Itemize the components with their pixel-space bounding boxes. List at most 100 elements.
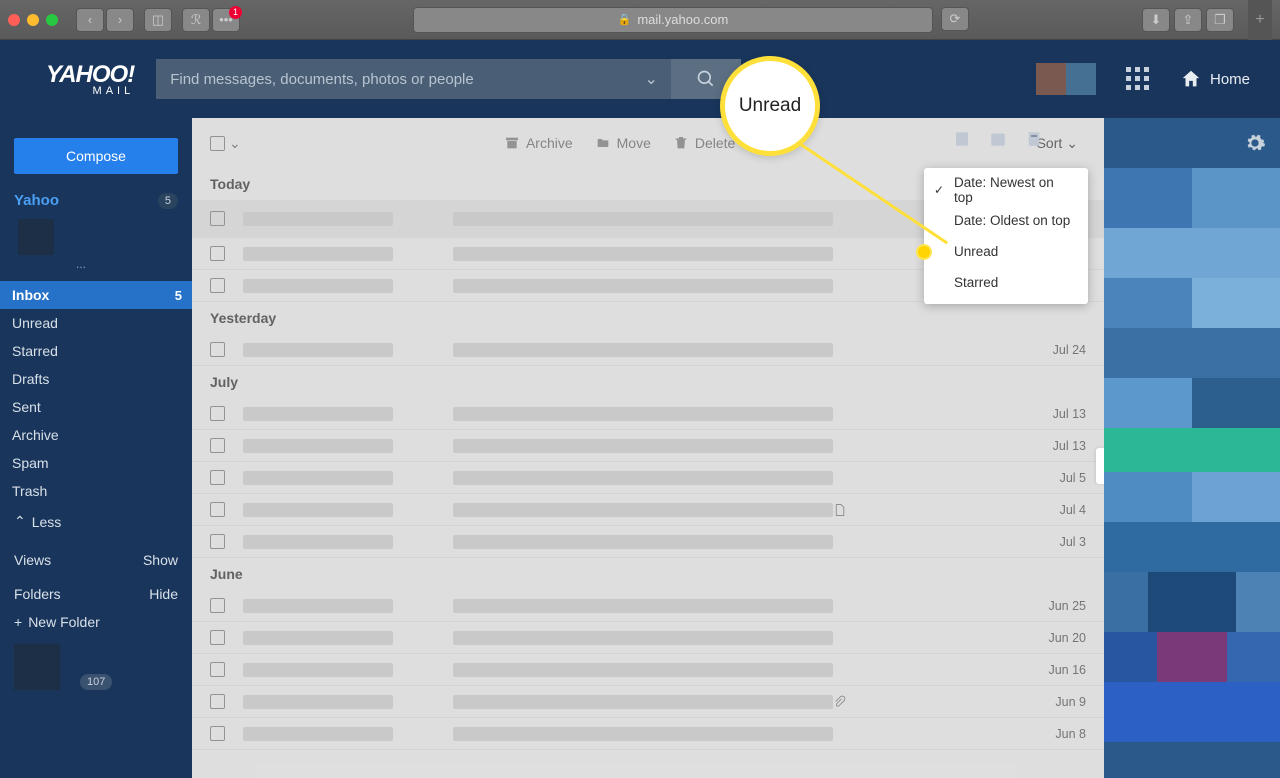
app-header: YAHOO! MAIL ⌄ Home — [0, 40, 1280, 118]
tabs-button[interactable]: ❐ — [1206, 8, 1234, 32]
row-checkbox[interactable] — [210, 502, 225, 517]
folders-hide[interactable]: Hide — [149, 586, 178, 602]
row-checkbox[interactable] — [210, 534, 225, 549]
message-row[interactable]: Jul 13 — [192, 430, 1104, 462]
downloads-button[interactable]: ⬇ — [1142, 8, 1170, 32]
folder-archive[interactable]: Archive — [0, 421, 192, 449]
compose-button[interactable]: Compose — [14, 138, 178, 174]
folder-starred[interactable]: Starred — [0, 337, 192, 365]
group-header: June — [192, 558, 1104, 590]
message-row[interactable]: Jun 8 — [192, 718, 1104, 750]
home-icon — [1180, 68, 1202, 90]
message-row[interactable]: Jun 20 — [192, 622, 1104, 654]
message-date: Jul 3 — [1060, 535, 1086, 549]
folder-trash[interactable]: Trash — [0, 477, 192, 505]
account-count: 5 — [158, 193, 178, 209]
search-input[interactable] — [156, 59, 631, 99]
sidebar-toggle[interactable]: ◫ — [144, 8, 172, 32]
forward-button[interactable]: › — [106, 8, 134, 32]
delete-button[interactable]: Delete — [673, 135, 735, 151]
trash-icon — [673, 135, 689, 151]
minimize-window[interactable] — [27, 14, 39, 26]
folder-inbox[interactable]: Inbox5 — [0, 281, 192, 309]
sidebar-thumb — [14, 644, 60, 690]
contacts-icon[interactable] — [952, 130, 972, 148]
close-window[interactable] — [8, 14, 20, 26]
message-row[interactable]: Jul 4 — [192, 494, 1104, 526]
sort-option[interactable]: Date: Oldest on top — [924, 205, 1088, 236]
sort-option[interactable]: Unread — [924, 236, 1088, 267]
avatar[interactable] — [1036, 63, 1096, 95]
folder-unread[interactable]: Unread — [0, 309, 192, 337]
message-row[interactable]: Jun 16 — [192, 654, 1104, 686]
group-header: July — [192, 366, 1104, 398]
group-header: Yesterday — [192, 302, 1104, 334]
message-date: Jul 5 — [1060, 471, 1086, 485]
sort-option[interactable]: Starred — [924, 267, 1088, 298]
reader-button[interactable]: ℛ — [182, 8, 210, 32]
select-all[interactable]: ⌄ — [210, 135, 241, 152]
row-checkbox[interactable] — [210, 406, 225, 421]
badge: 1 — [229, 6, 242, 19]
row-checkbox[interactable] — [210, 211, 225, 226]
move-button[interactable]: Move — [595, 135, 651, 151]
search-icon — [696, 69, 716, 89]
row-checkbox[interactable] — [210, 278, 225, 293]
message-row[interactable]: Jul 5 — [192, 462, 1104, 494]
message-date: Jun 16 — [1048, 663, 1086, 677]
message-row[interactable]: Jul 13 — [192, 398, 1104, 430]
views-label[interactable]: Views — [14, 552, 51, 568]
extensions-button[interactable]: •••1 — [212, 8, 240, 32]
home-link[interactable]: Home — [1180, 68, 1250, 90]
message-row[interactable]: Jun 9 — [192, 686, 1104, 718]
account-menu[interactable]: ... — [76, 257, 178, 271]
address-bar[interactable]: 🔒 mail.yahoo.com — [413, 7, 933, 33]
row-checkbox[interactable] — [210, 470, 225, 485]
row-checkbox[interactable] — [210, 694, 225, 709]
apps-grid-icon[interactable] — [1126, 67, 1150, 91]
row-checkbox[interactable] — [210, 246, 225, 261]
search-dropdown[interactable]: ⌄ — [631, 59, 671, 99]
folders-label[interactable]: Folders — [14, 586, 61, 602]
views-show[interactable]: Show — [143, 552, 178, 568]
message-row[interactable]: Jun 25 — [192, 590, 1104, 622]
search-button[interactable] — [671, 59, 741, 99]
account-row[interactable]: Yahoo 5 — [14, 192, 178, 209]
url-text: mail.yahoo.com — [637, 12, 728, 27]
row-checkbox[interactable] — [210, 438, 225, 453]
back-button[interactable]: ‹ — [76, 8, 104, 32]
row-checkbox[interactable] — [210, 630, 225, 645]
message-date: Jun 9 — [1055, 695, 1086, 709]
new-tab-button[interactable]: + — [1248, 0, 1272, 40]
account-thumb — [18, 219, 54, 255]
row-checkbox[interactable] — [210, 662, 225, 677]
spam-button[interactable] — [757, 135, 773, 151]
message-row[interactable]: Jul 24 — [192, 334, 1104, 366]
move-icon — [595, 135, 611, 151]
yahoo-logo[interactable]: YAHOO! MAIL — [46, 61, 134, 97]
notepad-icon[interactable] — [1024, 130, 1044, 148]
reload-button[interactable]: ⟳ — [941, 7, 969, 31]
calendar-icon[interactable] — [988, 130, 1008, 148]
message-date: Jul 13 — [1053, 407, 1086, 421]
share-button[interactable]: ⇪ — [1174, 8, 1202, 32]
message-date: Jul 4 — [1060, 503, 1086, 517]
message-row[interactable]: Jul 3 — [192, 526, 1104, 558]
folder-spam[interactable]: Spam — [0, 449, 192, 477]
new-folder-button[interactable]: +New Folder — [14, 614, 178, 630]
settings-button[interactable] — [1244, 132, 1266, 154]
maximize-window[interactable] — [46, 14, 58, 26]
window-controls — [8, 14, 58, 26]
mail-list: ⌄ Archive Move Delete Sort⌄ TodayYesterd… — [192, 118, 1104, 778]
row-checkbox[interactable] — [210, 342, 225, 357]
pager-next[interactable]: › — [1096, 448, 1104, 484]
row-checkbox[interactable] — [210, 598, 225, 613]
message-date: Jun 20 — [1048, 631, 1086, 645]
archive-button[interactable]: Archive — [504, 135, 573, 151]
folder-sent[interactable]: Sent — [0, 393, 192, 421]
sort-option[interactable]: ✓Date: Newest on top — [924, 174, 1088, 205]
folder-drafts[interactable]: Drafts — [0, 365, 192, 393]
message-date: Jul 24 — [1053, 343, 1086, 357]
less-toggle[interactable]: ⌃Less — [14, 513, 178, 530]
row-checkbox[interactable] — [210, 726, 225, 741]
